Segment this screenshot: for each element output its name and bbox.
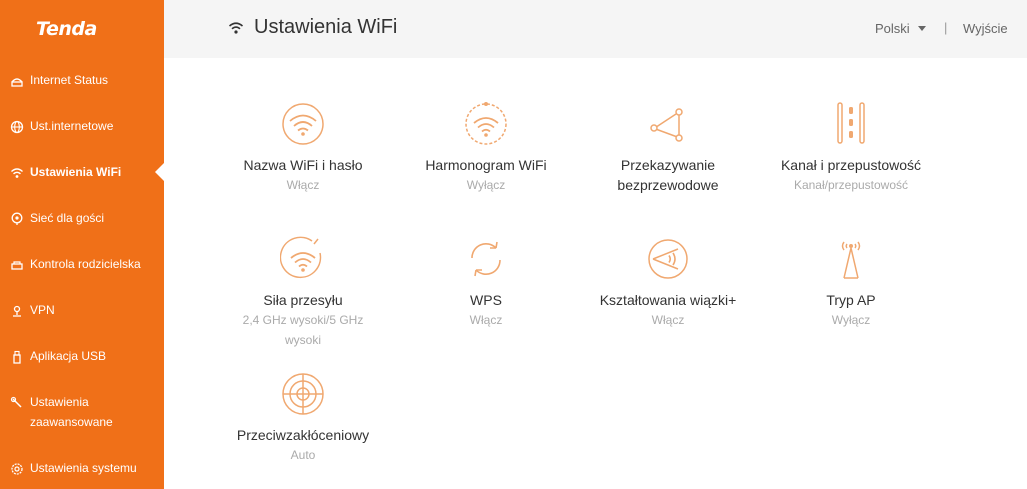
sidebar-item-label: Sieć dla gości (30, 211, 105, 225)
active-indicator (155, 163, 164, 181)
sidebar: Tenda Internet Status Ust.internetowe Us… (0, 0, 164, 489)
sidebar-item-label: Aplikacja USB (30, 349, 107, 363)
anti-interference-icon (282, 373, 324, 415)
tile-title: Przekazywanie bezprzewodowe (617, 157, 719, 193)
gear-icon (11, 463, 23, 475)
wifi-circle-icon (282, 103, 324, 145)
tile-transmit-power[interactable]: Siła przesyłu 2,4 GHz wysoki/5 GHz wysok… (218, 236, 388, 350)
tile-wifi-name-password[interactable]: Nazwa WiFi i hasło Włącz (218, 101, 388, 195)
tile-status: Wyłącz (831, 313, 871, 327)
tile-status: Włącz (469, 313, 503, 327)
tile-status: Auto (290, 448, 316, 462)
globe-icon (10, 120, 24, 134)
language-value: Polski (875, 21, 910, 36)
tile-wps[interactable]: WPS Włącz (401, 236, 571, 330)
guest-icon (11, 212, 23, 225)
tile-status: Wyłącz (466, 178, 506, 192)
tile-title: WPS (470, 292, 502, 308)
tile-status: Włącz (286, 178, 320, 192)
chevron-down-icon (917, 26, 926, 31)
relay-icon (650, 108, 683, 142)
tile-title: Siła przesyłu (263, 292, 343, 308)
tenda-logo[interactable]: Tenda (36, 18, 116, 40)
wifi-clock-icon (465, 102, 507, 145)
tile-title: Przeciwzakłóceniowy (236, 427, 370, 443)
tile-title: Nazwa WiFi i hasło (243, 157, 363, 173)
tile-title: Kształtowania wiązki+ (599, 292, 737, 308)
tile-wifi-schedule[interactable]: Harmonogram WiFi Wyłącz (401, 101, 571, 195)
usb-icon (13, 350, 21, 364)
sidebar-item-system-settings[interactable]: Ustawienia systemu (0, 461, 164, 478)
tile-title: Tryp AP (826, 292, 876, 308)
tile-beamforming[interactable]: Kształtowania wiązki+ Włącz (583, 236, 753, 330)
tile-title: Harmonogram WiFi (425, 157, 547, 173)
wifi-icon (228, 22, 244, 34)
vpn-icon (13, 305, 21, 317)
channel-icon (837, 102, 865, 144)
sidebar-item-advanced-settings[interactable]: Ustawienia zaawansowane (0, 395, 164, 432)
tile-title: Kanał i przepustowość (780, 157, 922, 173)
tile-wireless-relay[interactable]: Przekazywanie bezprzewodowe (583, 101, 753, 195)
tile-anti-interference[interactable]: Przeciwzakłóceniowy Auto (218, 371, 388, 465)
tile-ap-mode[interactable]: Tryp AP Wyłącz (766, 236, 936, 330)
sidebar-item-guest-network[interactable]: Sieć dla gości (0, 211, 164, 228)
tile-status: Kanał/przepustowość (793, 178, 909, 192)
sidebar-item-internet-settings[interactable]: Ust.internetowe (0, 119, 164, 136)
sidebar-item-usb-app[interactable]: Aplikacja USB (0, 349, 164, 366)
exit-link[interactable]: Wyjście (963, 21, 1008, 36)
sidebar-item-label: Internet Status (30, 73, 109, 87)
globe-status-icon (11, 78, 23, 87)
sidebar-item-label: VPN (30, 303, 55, 317)
sidebar-item-label: Ustawienia WiFi (30, 165, 122, 179)
page-title: Ustawienia WiFi (254, 16, 398, 38)
sidebar-item-parental-control[interactable]: Kontrola rodzicielska (0, 257, 164, 274)
header-separator: | (944, 20, 948, 35)
language-select[interactable]: Polski (875, 21, 926, 36)
sidebar-item-wifi-settings[interactable]: Ustawienia WiFi (0, 165, 164, 182)
wifi-icon (11, 168, 23, 178)
logo-text: Tenda (36, 18, 97, 40)
sidebar-item-internet-status[interactable]: Internet Status (0, 73, 164, 90)
tile-status: 2,4 GHz wysoki/5 GHz wysoki (242, 313, 364, 347)
sidebar-item-label: Ust.internetowe (30, 119, 114, 133)
sidebar-item-vpn[interactable]: VPN (0, 303, 164, 320)
header-bar: Ustawienia WiFi Polski | Wyjście (164, 0, 1027, 58)
sidebar-item-label: Ustawienia systemu (30, 461, 137, 475)
wps-icon (471, 241, 501, 277)
tile-channel-bandwidth[interactable]: Kanał i przepustowość Kanał/przepustowoś… (766, 101, 936, 195)
parental-icon (11, 261, 23, 270)
tile-status: Włącz (651, 313, 685, 327)
signal-strength-icon (280, 236, 322, 279)
wrench-icon (10, 396, 22, 408)
sidebar-item-label: Ustawienia zaawansowane (30, 395, 113, 429)
beamforming-icon (648, 239, 688, 279)
sidebar-item-label: Kontrola rodzicielska (30, 257, 141, 271)
antenna-icon (841, 241, 861, 279)
